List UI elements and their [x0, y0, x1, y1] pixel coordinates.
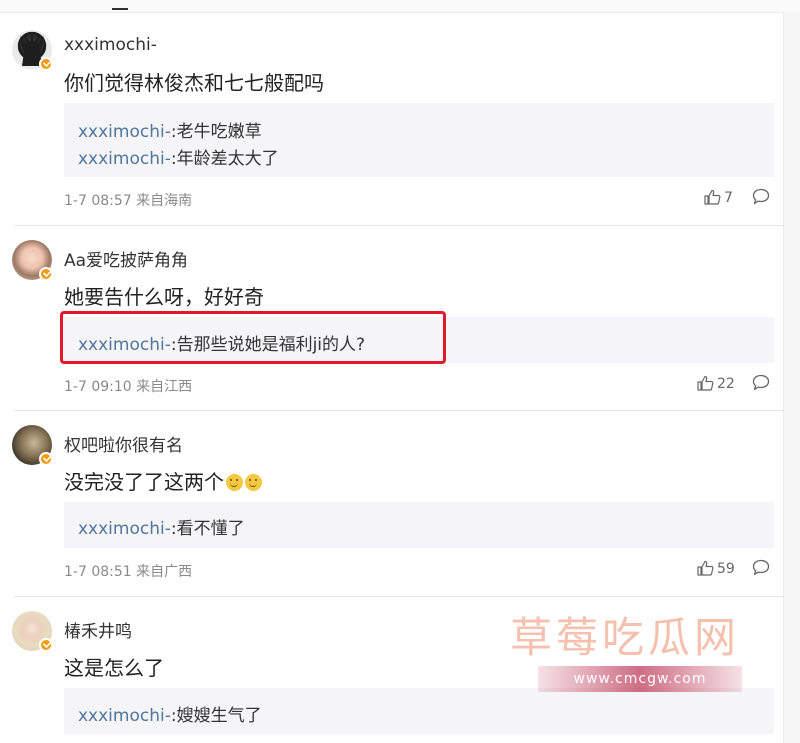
comment-text: 她要告什么呀，好好奇: [64, 285, 264, 309]
comment-meta: 1-7 08:51 来自广西: [64, 564, 193, 580]
comment-username[interactable]: xxximochi-: [64, 35, 157, 55]
reply-box[interactable]: xxximochi-:老牛吃嫩草 xxximochi-:年龄差太大了: [64, 103, 774, 177]
like-button[interactable]: 59: [697, 560, 735, 577]
reply-username[interactable]: xxximochi-: [78, 706, 171, 726]
comment-text: 没完没了了这两个: [64, 466, 262, 495]
reply-item: xxximochi-:年龄差太大了: [78, 144, 279, 169]
highlight-annotation: [60, 311, 446, 364]
scroll-edge: [783, 12, 800, 743]
top-bar: [0, 0, 800, 13]
reply-item: xxximochi-:老牛吃嫩草: [78, 117, 262, 142]
reply-username[interactable]: xxximochi-: [78, 519, 171, 539]
reply-username[interactable]: xxximochi-: [78, 149, 171, 169]
watermark-url: www.cmcgw.com: [538, 666, 742, 692]
reply-text: :嫂嫂生气了: [170, 706, 262, 726]
comment-username[interactable]: Aa爱吃披萨角角: [64, 246, 188, 271]
reply-box[interactable]: xxximochi-:看不懂了: [64, 502, 774, 548]
thumbs-up-icon: [704, 189, 721, 205]
reply-button[interactable]: [752, 559, 770, 580]
divider: [14, 225, 784, 226]
comment-username[interactable]: 权吧啦你很有名: [64, 431, 183, 456]
verified-badge-icon: [39, 267, 53, 281]
reply-button[interactable]: [752, 374, 770, 395]
tab-indicator: [112, 8, 128, 10]
reply-text: :年龄差太大了: [170, 149, 279, 169]
smile-emoji-icon: [226, 474, 243, 491]
like-count: 59: [717, 561, 735, 577]
reply-button[interactable]: [752, 188, 770, 209]
comment-meta: 1-7 09:10 来自江西: [64, 379, 193, 395]
verified-badge-icon: [39, 452, 53, 466]
like-button[interactable]: 7: [704, 189, 733, 206]
comment-bubble-icon: [752, 188, 770, 205]
like-count: 7: [724, 190, 733, 206]
comment-bubble-icon: [752, 374, 770, 391]
comment-username[interactable]: 椿禾井鸣: [64, 617, 132, 642]
smile-emoji-icon: [245, 474, 262, 491]
site-watermark: 草莓吃瓜网 www.cmcgw.com: [510, 604, 742, 692]
comment-meta: 1-7 08:57 来自海南: [64, 193, 193, 209]
comment-bubble-icon: [752, 559, 770, 576]
comment-text: 你们觉得林俊杰和七七般配吗: [64, 71, 324, 95]
thumbs-up-icon: [697, 560, 714, 576]
comment-text: 这是怎么了: [64, 656, 164, 680]
watermark-title: 草莓吃瓜网: [510, 613, 741, 662]
reply-text: :看不懂了: [170, 519, 245, 539]
like-count: 22: [717, 376, 735, 392]
comment-text-body: 没完没了了这两个: [64, 470, 224, 494]
thumbs-up-icon: [697, 375, 714, 391]
divider: [14, 410, 784, 411]
divider: [14, 596, 784, 597]
reply-item: xxximochi-:看不懂了: [78, 514, 245, 539]
reply-box[interactable]: xxximochi-:嫂嫂生气了: [64, 688, 774, 734]
like-button[interactable]: 22: [697, 375, 735, 392]
reply-item: xxximochi-:嫂嫂生气了: [78, 701, 262, 726]
reply-username[interactable]: xxximochi-: [78, 122, 171, 142]
reply-text: :老牛吃嫩草: [170, 122, 262, 142]
verified-badge-icon: [39, 57, 53, 71]
verified-badge-icon: [39, 638, 53, 652]
